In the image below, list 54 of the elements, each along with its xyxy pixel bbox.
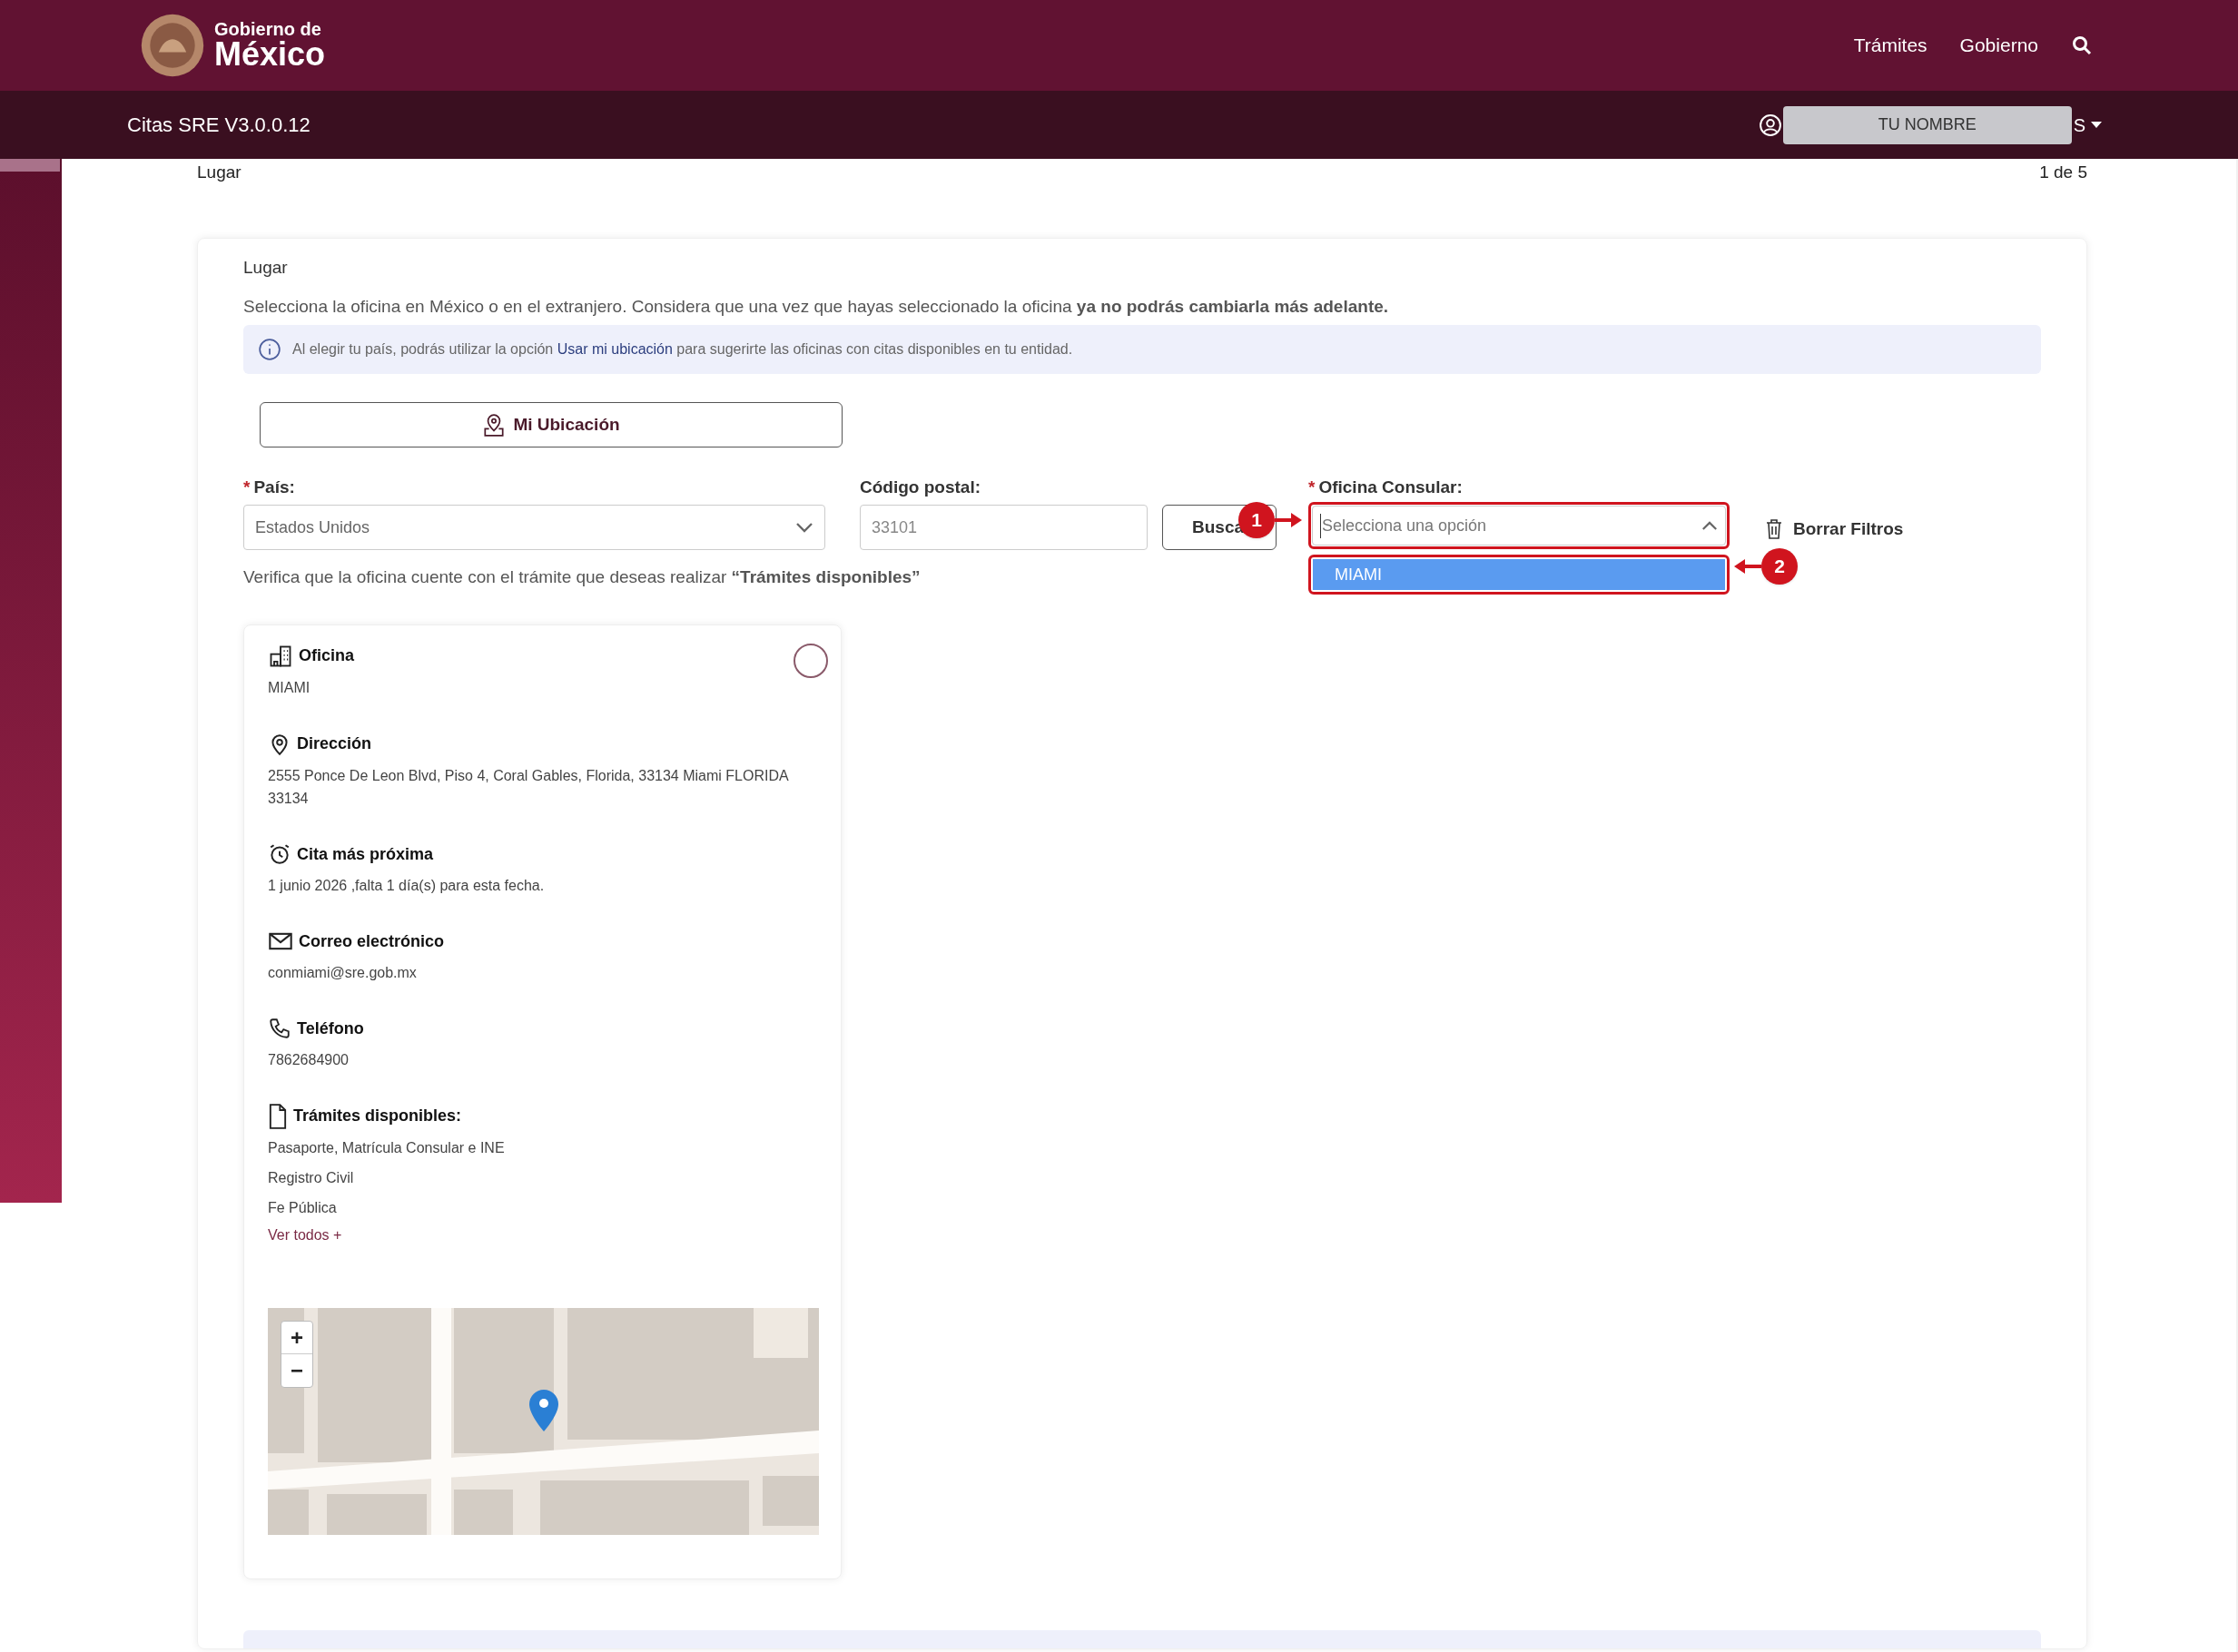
user-icon	[1759, 113, 1781, 136]
clear-filters-button[interactable]: Borrar Filtros	[1766, 511, 1904, 547]
intro-text: Selecciona la oficina en México o en el extranjero. Considera que una vez que hayas seleccionado la oficina ya no podrás cambiarla más adelante.	[243, 295, 1390, 318]
info-icon	[258, 338, 281, 361]
zoom-out-button[interactable]: −	[281, 1353, 312, 1387]
chevron-up-icon	[1701, 520, 1718, 531]
zoom-in-button[interactable]: +	[281, 1321, 312, 1354]
field-value: Registro Civil	[268, 1168, 355, 1187]
envelope-icon	[268, 930, 293, 952]
info-text: Al elegir tu país, podrás utilizar la opción Usar mi ubicación para sugerirte las oficinas con citas disponibles en tu entidad.	[292, 340, 1073, 359]
field-title: Teléfono	[297, 1018, 364, 1039]
trash-icon	[1766, 519, 1782, 539]
field-value: 7862684900	[268, 1050, 350, 1069]
field-title: Correo electrónico	[299, 930, 445, 952]
field-title: Trámites disponibles:	[293, 1106, 462, 1126]
field-value: Fe Pública	[268, 1198, 338, 1217]
section-title: Lugar	[243, 257, 289, 279]
use-location-link[interactable]: Usar mi ubicación	[557, 341, 673, 357]
step-counter: 1 de 5	[2039, 162, 2087, 183]
nav-link[interactable]: Gobierno	[1959, 31, 2038, 60]
search-icon[interactable]	[2071, 34, 2093, 56]
field-value: MIAMI	[268, 678, 311, 697]
step-title: Lugar	[197, 162, 242, 183]
alarm-clock-icon	[268, 842, 291, 866]
field-value: conmiami@sre.gob.mx	[268, 963, 418, 982]
user-name[interactable]: S	[2073, 111, 2085, 139]
phone-icon	[268, 1017, 291, 1040]
view-all-link[interactable]: Ver todos +	[268, 1224, 817, 1246]
field-value: Pasaporte, Matrícula Consular e INE	[268, 1138, 506, 1157]
radio-button[interactable]	[794, 643, 828, 678]
logo-subtitle: Gobierno de	[214, 20, 322, 38]
field-label: * País:	[243, 477, 296, 498]
field-title: Dirección	[297, 733, 372, 754]
map-pin-icon	[482, 412, 507, 438]
required-mark: *	[1308, 477, 1316, 497]
field-title: Cita más próxima	[297, 843, 434, 865]
field-title: Oficina	[299, 645, 354, 666]
field-label: Código postal:	[860, 477, 981, 498]
postal-code-input[interactable]: 33101	[860, 505, 1148, 550]
caret-icon[interactable]	[2091, 121, 2102, 129]
required-mark: *	[243, 477, 251, 497]
verify-text: Verifica que la oficina cuente con el trámite que deseas realizar “Trámites disponibles”	[243, 566, 921, 588]
name-field: TU NOMBRE	[1782, 105, 2072, 144]
field-value: 1 junio 2026 ,falta 1 día(s) para esta fecha.	[268, 876, 546, 895]
app-title: Citas SRE V3.0.0.12	[127, 113, 311, 138]
country-select[interactable]: Estados Unidos	[243, 505, 825, 550]
nav-link[interactable]: Trámites	[1853, 31, 1927, 60]
location-button[interactable]: Mi Ubicación	[260, 402, 843, 447]
chevron-down-icon	[795, 522, 813, 533]
field-label: * Oficina Consular:	[1308, 477, 1464, 498]
field-value: 2555 Ponce De Leon Blvd, Piso 4, Coral Gables, Florida, 33134 Miami FLORIDA 33134	[268, 766, 790, 808]
logo-title: México	[214, 38, 326, 71]
document-icon	[268, 1103, 288, 1129]
office-select[interactable]: Selecciona una opción	[1312, 506, 1726, 546]
